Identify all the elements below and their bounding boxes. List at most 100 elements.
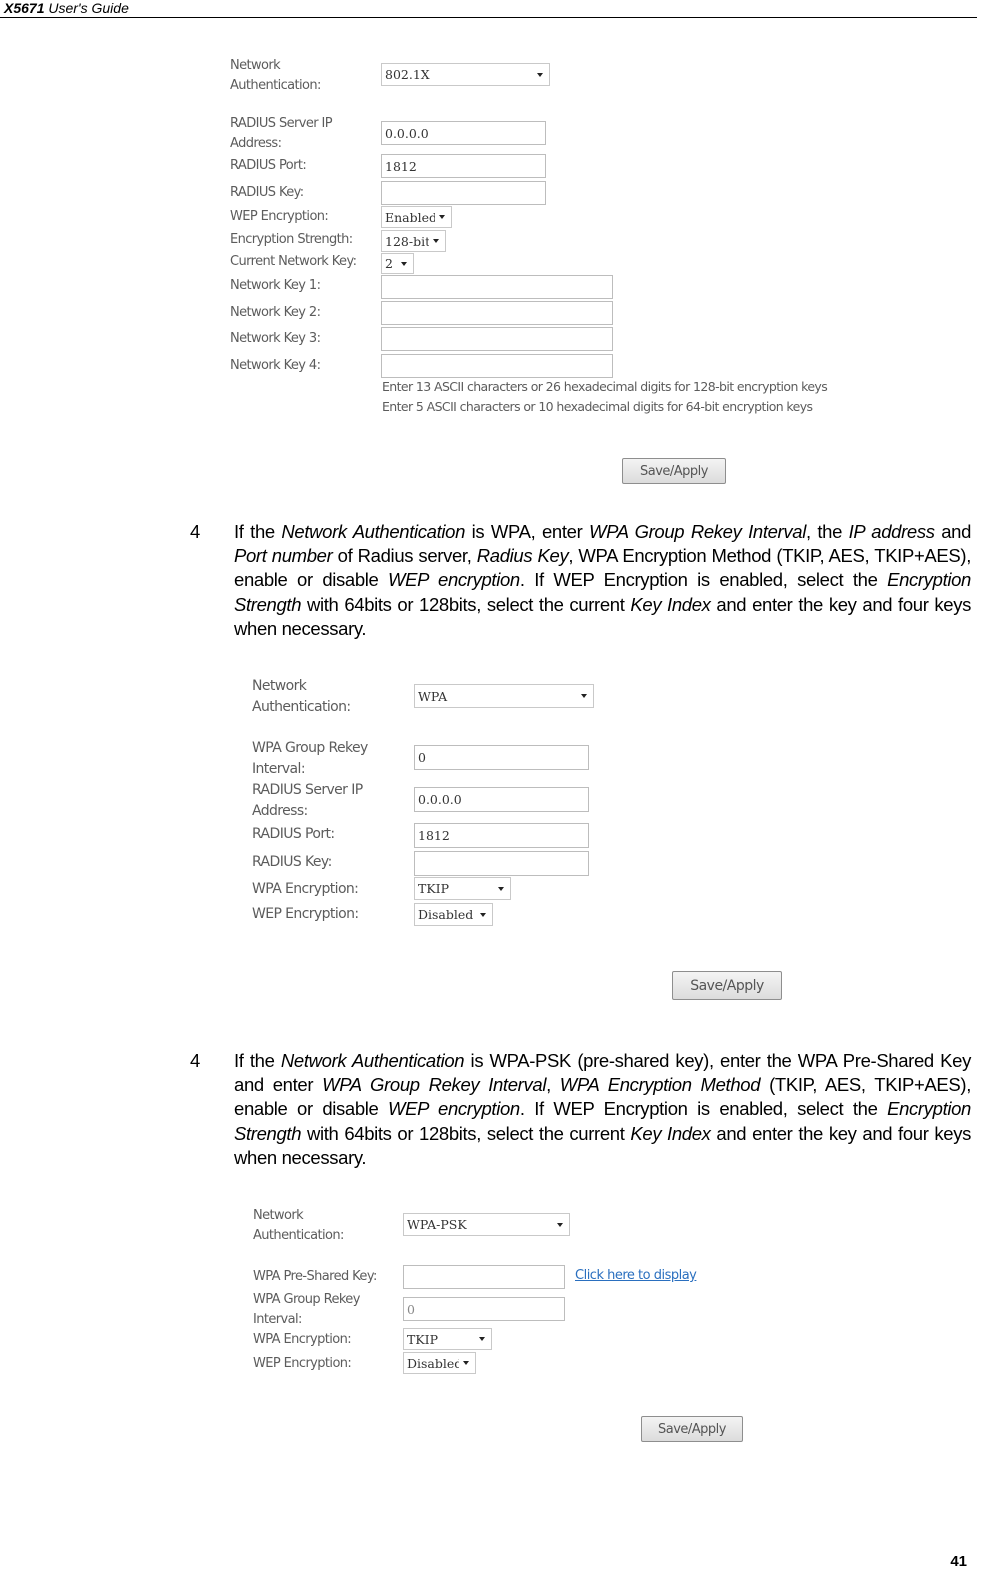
- header-divider: [0, 17, 977, 18]
- wpa-encryption-value: TKIP: [418, 881, 450, 896]
- network-key-3-input[interactable]: [381, 327, 613, 351]
- chevron-down-icon: [479, 1337, 485, 1341]
- step-text: If the Network Authentication is WPA, en…: [234, 520, 971, 641]
- network-auth-select[interactable]: WPA: [414, 684, 594, 708]
- text-run: If the: [234, 1050, 281, 1071]
- chevron-down-icon: [433, 239, 439, 243]
- encryption-strength-select[interactable]: 128-bit: [381, 230, 446, 252]
- wpa-encryption-select[interactable]: TKIP: [414, 877, 511, 900]
- emphasis-term: WEP encryption: [388, 569, 520, 591]
- emphasis-term: Network Authentication: [280, 1050, 465, 1071]
- radius-port-label: RADIUS Port:: [230, 158, 307, 173]
- emphasis-term: Key Index: [630, 593, 711, 615]
- hint-128-bit: Enter 13 ASCII characters or 26 hexadeci…: [382, 379, 828, 394]
- wpa-encryption-label: WPA Encryption:: [252, 881, 359, 897]
- hint-64-bit: Enter 5 ASCII characters or 10 hexadecim…: [382, 399, 813, 414]
- encryption-strength-value: 128-bit: [385, 233, 429, 249]
- network-key-3-label: Network Key 3:: [230, 331, 321, 346]
- page-header: X5671 User's Guide: [4, 0, 129, 16]
- radius-key-label: RADIUS Key:: [230, 185, 304, 200]
- chevron-down-icon: [581, 694, 587, 698]
- emphasis-term: IP address: [848, 521, 935, 542]
- wep-encryption-value: Enabled: [385, 209, 435, 225]
- header-title: User's Guide: [48, 0, 129, 16]
- emphasis-term: WPA Group Rekey Interval: [322, 1074, 547, 1096]
- radius-port-input[interactable]: 1812: [414, 823, 589, 848]
- page-number: 41: [950, 1553, 967, 1570]
- save-apply-button[interactable]: Save/Apply: [641, 1416, 743, 1442]
- chevron-down-icon: [463, 1361, 469, 1365]
- network-key-1-label: Network Key 1:: [230, 278, 321, 293]
- wep-encryption-value: Disabled: [407, 1355, 459, 1371]
- radius-ip-label: RADIUS Server IP Address:: [252, 782, 363, 819]
- text-run: If the: [234, 521, 282, 542]
- radius-ip-input[interactable]: 0.0.0.0: [381, 121, 546, 145]
- step-number: 4: [190, 521, 201, 542]
- radius-key-input[interactable]: [381, 181, 546, 205]
- text-run: ,: [546, 1074, 560, 1096]
- current-network-key-label: Current Network Key:: [230, 254, 357, 269]
- chevron-down-icon: [557, 1222, 563, 1227]
- text-run: . If WEP Encryption is enabled, select t…: [519, 569, 888, 591]
- network-auth-select[interactable]: 802.1X: [381, 63, 550, 86]
- save-apply-button[interactable]: Save/Apply: [622, 458, 726, 484]
- save-apply-button[interactable]: Save/Apply: [672, 971, 782, 1000]
- text-run: , the: [805, 521, 849, 542]
- wep-encryption-select[interactable]: Enabled: [381, 206, 452, 228]
- network-auth-label: Network Authentication:: [252, 678, 351, 715]
- radius-key-label: RADIUS Key:: [252, 854, 332, 870]
- wep-encryption-select[interactable]: Disabled: [414, 903, 493, 926]
- text-run: . If WEP Encryption is enabled, select t…: [519, 1098, 888, 1120]
- wpa-psk-input[interactable]: [403, 1265, 565, 1289]
- emphasis-term: WPA Encryption Method: [559, 1074, 761, 1096]
- network-auth-value: 802.1X: [385, 67, 430, 82]
- radius-port-input[interactable]: 1812: [381, 154, 546, 178]
- network-key-4-input[interactable]: [381, 354, 613, 378]
- emphasis-term: WEP encryption: [388, 1098, 520, 1120]
- display-psk-link[interactable]: Click here to display: [575, 1268, 697, 1283]
- step-text: If the Network Authentication is WPA-PSK…: [234, 1049, 971, 1170]
- header-model: X5671: [4, 0, 45, 16]
- network-key-2-input[interactable]: [381, 301, 613, 325]
- emphasis-term: Key Index: [630, 1122, 711, 1144]
- chevron-down-icon: [498, 886, 504, 891]
- text-run: is WPA, enter: [465, 521, 589, 542]
- chevron-down-icon: [439, 215, 445, 219]
- network-auth-label: Network Authentication:: [230, 58, 321, 93]
- text-run: with 64bits or 128bits, select the curre…: [301, 1122, 631, 1144]
- wep-encryption-select[interactable]: Disabled: [403, 1352, 476, 1374]
- current-network-key-select[interactable]: 2: [381, 253, 414, 274]
- network-key-4-label: Network Key 4:: [230, 358, 321, 373]
- text-run: with 64bits or 128bits, select the curre…: [301, 593, 631, 615]
- wpa-encryption-select[interactable]: TKIP: [403, 1328, 492, 1350]
- emphasis-term: Port number: [234, 545, 333, 567]
- encryption-strength-label: Encryption Strength:: [230, 232, 353, 247]
- network-auth-select[interactable]: WPA-PSK: [403, 1213, 570, 1236]
- emphasis-term: WPA Group Rekey Interval: [588, 521, 806, 542]
- network-key-1-input[interactable]: [381, 275, 613, 299]
- text-run: and: [934, 521, 972, 542]
- chevron-down-icon: [401, 261, 407, 266]
- wpa-encryption-value: TKIP: [407, 1331, 439, 1347]
- wep-encryption-label: WEP Encryption:: [252, 906, 359, 922]
- current-network-key-value: 2: [385, 256, 393, 271]
- chevron-down-icon: [480, 912, 486, 917]
- radius-ip-input[interactable]: 0.0.0.0: [414, 787, 589, 812]
- network-auth-value: WPA-PSK: [407, 1217, 467, 1232]
- text-run: of Radius server,: [332, 545, 477, 567]
- radius-key-input[interactable]: [414, 851, 589, 876]
- emphasis-term: Radius Key: [476, 545, 569, 567]
- radius-port-label: RADIUS Port:: [252, 826, 335, 842]
- wep-encryption-value: Disabled: [418, 907, 474, 922]
- wep-encryption-label: WEP Encryption:: [253, 1356, 352, 1371]
- wpa-rekey-label: WPA Group Rekey Interval:: [253, 1292, 360, 1327]
- wpa-encryption-label: WPA Encryption:: [253, 1332, 352, 1347]
- wpa-psk-label: WPA Pre-Shared Key:: [253, 1269, 377, 1284]
- emphasis-term: Network Authentication: [281, 521, 466, 542]
- chevron-down-icon: [537, 72, 543, 77]
- wpa-rekey-label: WPA Group Rekey Interval:: [252, 740, 368, 777]
- step-number: 4: [190, 1050, 201, 1071]
- wep-encryption-label: WEP Encryption:: [230, 209, 329, 224]
- wpa-rekey-input[interactable]: 0: [414, 745, 589, 770]
- wpa-rekey-input[interactable]: 0: [403, 1297, 565, 1321]
